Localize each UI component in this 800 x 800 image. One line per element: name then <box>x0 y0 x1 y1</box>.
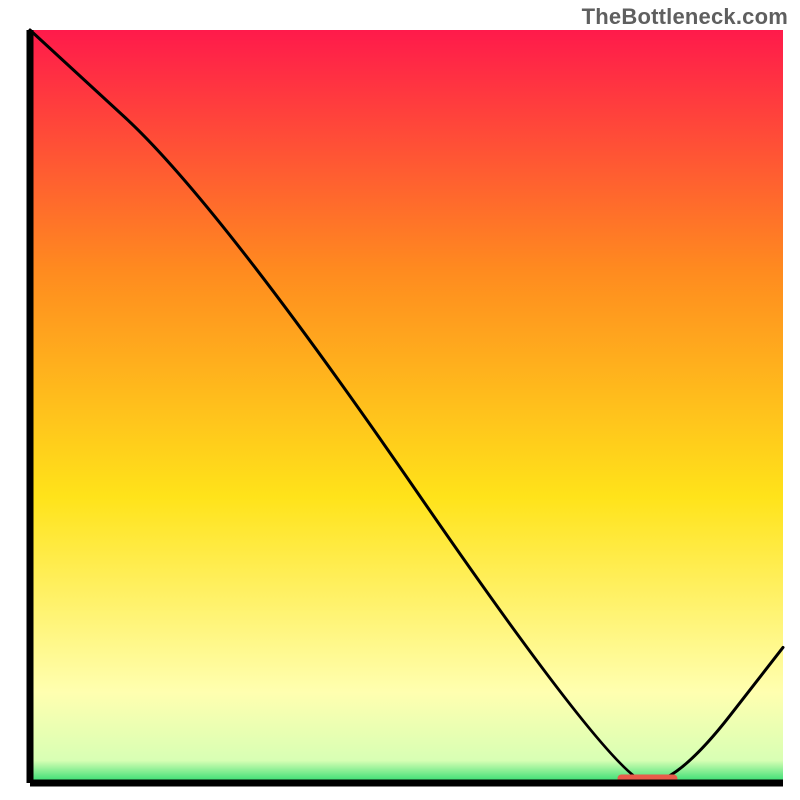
watermark-text: TheBottleneck.com <box>582 4 788 30</box>
chart-frame: TheBottleneck.com <box>0 0 800 800</box>
plot-background <box>30 30 783 783</box>
bottleneck-chart <box>0 0 800 800</box>
